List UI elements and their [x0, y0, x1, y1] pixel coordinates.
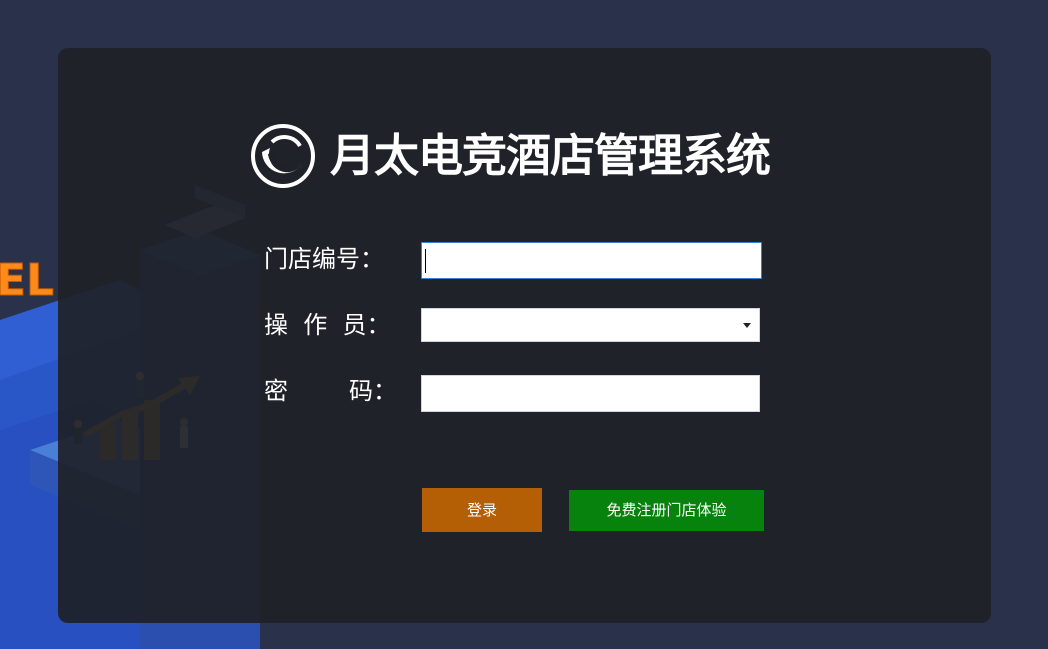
operator-label: 操 作 员： [264, 311, 391, 339]
app-title: 月太电竞酒店管理系统 [330, 129, 771, 182]
background-partial-text: EL [0, 255, 54, 306]
chevron-down-icon[interactable] [743, 323, 751, 328]
password-input[interactable] [421, 375, 760, 412]
store-number-input[interactable] [421, 242, 762, 279]
register-trial-button[interactable]: 免费注册门店体验 [569, 490, 764, 531]
crescent-moon-logo-icon [251, 124, 315, 188]
operator-select[interactable] [421, 308, 760, 342]
password-label: 密 码： [264, 377, 398, 405]
login-button[interactable]: 登录 [422, 488, 542, 532]
store-number-label: 门店编号： [264, 245, 384, 273]
text-cursor [425, 249, 426, 273]
brand-header: 月太电竞酒店管理系统 [250, 124, 771, 188]
